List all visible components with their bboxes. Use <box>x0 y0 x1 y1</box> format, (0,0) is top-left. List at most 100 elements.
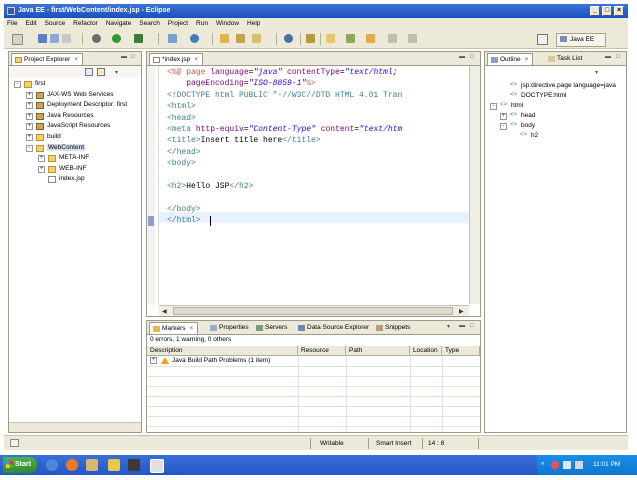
scroll-thumb[interactable] <box>173 307 453 315</box>
code-editor[interactable]: <%@ page language="java" contentType="te… <box>147 66 469 304</box>
tab-project-explorer[interactable]: Project Explorer × <box>11 53 84 65</box>
column-type[interactable]: Type <box>442 346 480 356</box>
open-perspective-icon[interactable] <box>537 34 548 45</box>
close-tab-icon[interactable]: × <box>189 325 193 332</box>
expand-icon[interactable]: + <box>38 155 45 163</box>
tree-item[interactable]: - first <box>9 80 141 90</box>
menu-edit[interactable]: Edit <box>22 18 39 27</box>
expand-icon[interactable]: + <box>150 357 157 364</box>
tab-task-list[interactable]: Task List <box>545 53 586 65</box>
scroll-left-icon[interactable]: ◀ <box>162 308 167 315</box>
expand-icon[interactable]: + <box>26 134 33 141</box>
forward-icon[interactable] <box>408 34 417 43</box>
menu-project[interactable]: Project <box>165 18 191 27</box>
window-task-icon[interactable] <box>150 459 164 473</box>
tree-item[interactable]: + WEB-INF <box>9 165 141 175</box>
close-tab-icon[interactable]: × <box>525 56 529 63</box>
tree-item[interactable]: + Deployment Descriptor: first <box>9 101 141 111</box>
column-location[interactable]: Location <box>410 346 442 356</box>
view-menu-icon[interactable]: ▾ <box>595 69 598 76</box>
perspective-java-ee-button[interactable]: Java EE <box>556 33 606 47</box>
package-icon[interactable] <box>236 34 245 43</box>
collapse-icon[interactable]: - <box>490 103 497 110</box>
collapse-all-icon[interactable] <box>85 68 93 76</box>
print-icon[interactable] <box>62 34 71 43</box>
menu-run[interactable]: Run <box>193 18 211 27</box>
tree-item[interactable]: + JAX-WS Web Services <box>9 91 141 101</box>
editor-horizontal-scrollbar[interactable]: ◀ ▶ <box>159 305 469 316</box>
menu-source[interactable]: Source <box>42 18 69 27</box>
new-icon[interactable] <box>12 34 23 45</box>
menu-refactor[interactable]: Refactor <box>70 18 101 27</box>
tab-markers[interactable]: Markers × <box>149 322 199 334</box>
expand-icon[interactable]: + <box>38 165 45 173</box>
tab-properties[interactable]: Properties <box>207 322 253 334</box>
maximize-view-icon[interactable]: □ <box>131 54 135 60</box>
minimize-view-icon[interactable]: ▬ <box>459 323 465 329</box>
volume-icon[interactable] <box>575 461 583 469</box>
expand-icon[interactable]: + <box>500 113 507 120</box>
fast-view-icon[interactable] <box>10 439 19 447</box>
security-icon[interactable] <box>551 461 559 469</box>
view-menu-icon[interactable]: ▾ <box>447 323 450 330</box>
media-icon[interactable] <box>108 459 120 471</box>
new-server-icon[interactable] <box>190 34 199 43</box>
internet-explorer-icon[interactable] <box>46 459 58 471</box>
menu-search[interactable]: Search <box>136 18 163 27</box>
open-folder-icon[interactable] <box>220 34 229 43</box>
open-type-icon[interactable] <box>168 34 177 43</box>
pin-icon[interactable] <box>306 34 315 43</box>
settings-gear-icon[interactable] <box>92 34 101 43</box>
window-title-bar[interactable]: Java EE - first/WebContent/index.jsp - E… <box>4 4 628 18</box>
tree-item[interactable]: - WebContent <box>9 143 141 154</box>
collapse-icon[interactable]: - <box>500 123 507 130</box>
tab-snippets[interactable]: Snippets <box>373 322 414 334</box>
next-annotation-icon[interactable] <box>346 34 355 43</box>
column-resource[interactable]: Resource <box>298 346 346 356</box>
tab-data-source-explorer[interactable]: Data Source Explorer <box>295 322 373 334</box>
minimize-button[interactable]: _ <box>590 6 600 16</box>
annotation-icon[interactable] <box>326 34 335 43</box>
tree-item[interactable]: + JavaScript Resources <box>9 122 141 132</box>
expand-icon[interactable]: + <box>26 91 33 99</box>
menu-window[interactable]: Window <box>213 18 242 27</box>
tray-expand-icon[interactable]: « <box>541 461 544 467</box>
network-icon[interactable] <box>563 461 571 469</box>
tree-item[interactable]: + META-INF <box>9 154 141 164</box>
editor-vertical-scrollbar[interactable] <box>469 66 480 304</box>
tree-item[interactable]: index.jsp <box>9 175 141 185</box>
menu-navigate[interactable]: Navigate <box>103 18 135 27</box>
tab-index-jsp[interactable]: *index.jsp × <box>149 53 203 65</box>
brush-icon[interactable] <box>252 34 261 43</box>
debug-icon[interactable] <box>134 34 143 43</box>
maximize-button[interactable]: □ <box>602 6 612 16</box>
run-icon[interactable] <box>112 34 121 43</box>
expand-icon[interactable]: + <box>26 112 33 120</box>
save-all-icon[interactable] <box>50 34 59 43</box>
menu-file[interactable]: File <box>4 18 20 27</box>
close-button[interactable]: × <box>614 6 624 16</box>
eclipse-task-icon[interactable] <box>128 459 140 471</box>
tab-outline[interactable]: Outline × <box>487 53 534 65</box>
expand-icon[interactable]: + <box>26 123 33 131</box>
view-menu-icon[interactable]: ▾ <box>115 69 122 76</box>
column-path[interactable]: Path <box>346 346 410 356</box>
back-icon[interactable] <box>388 34 397 43</box>
start-button[interactable]: Start <box>3 457 37 473</box>
minimize-view-icon[interactable]: ▬ <box>459 54 465 60</box>
link-with-editor-icon[interactable] <box>97 68 105 76</box>
expand-icon[interactable]: + <box>26 102 33 110</box>
last-edit-icon[interactable] <box>366 34 375 43</box>
column-description[interactable]: Description <box>147 346 298 356</box>
scroll-right-icon[interactable]: ▶ <box>459 308 464 315</box>
maximize-view-icon[interactable]: □ <box>470 323 474 329</box>
maximize-view-icon[interactable]: □ <box>470 54 474 60</box>
tree-item[interactable]: + Java Resources <box>9 112 141 122</box>
tab-servers[interactable]: Servers <box>253 322 291 334</box>
save-icon[interactable] <box>38 34 47 43</box>
firefox-icon[interactable] <box>66 459 78 471</box>
collapse-icon[interactable]: - <box>26 144 33 152</box>
close-tab-icon[interactable]: × <box>74 56 78 63</box>
minimize-view-icon[interactable]: ▬ <box>121 54 127 60</box>
globe-icon[interactable] <box>284 34 293 43</box>
